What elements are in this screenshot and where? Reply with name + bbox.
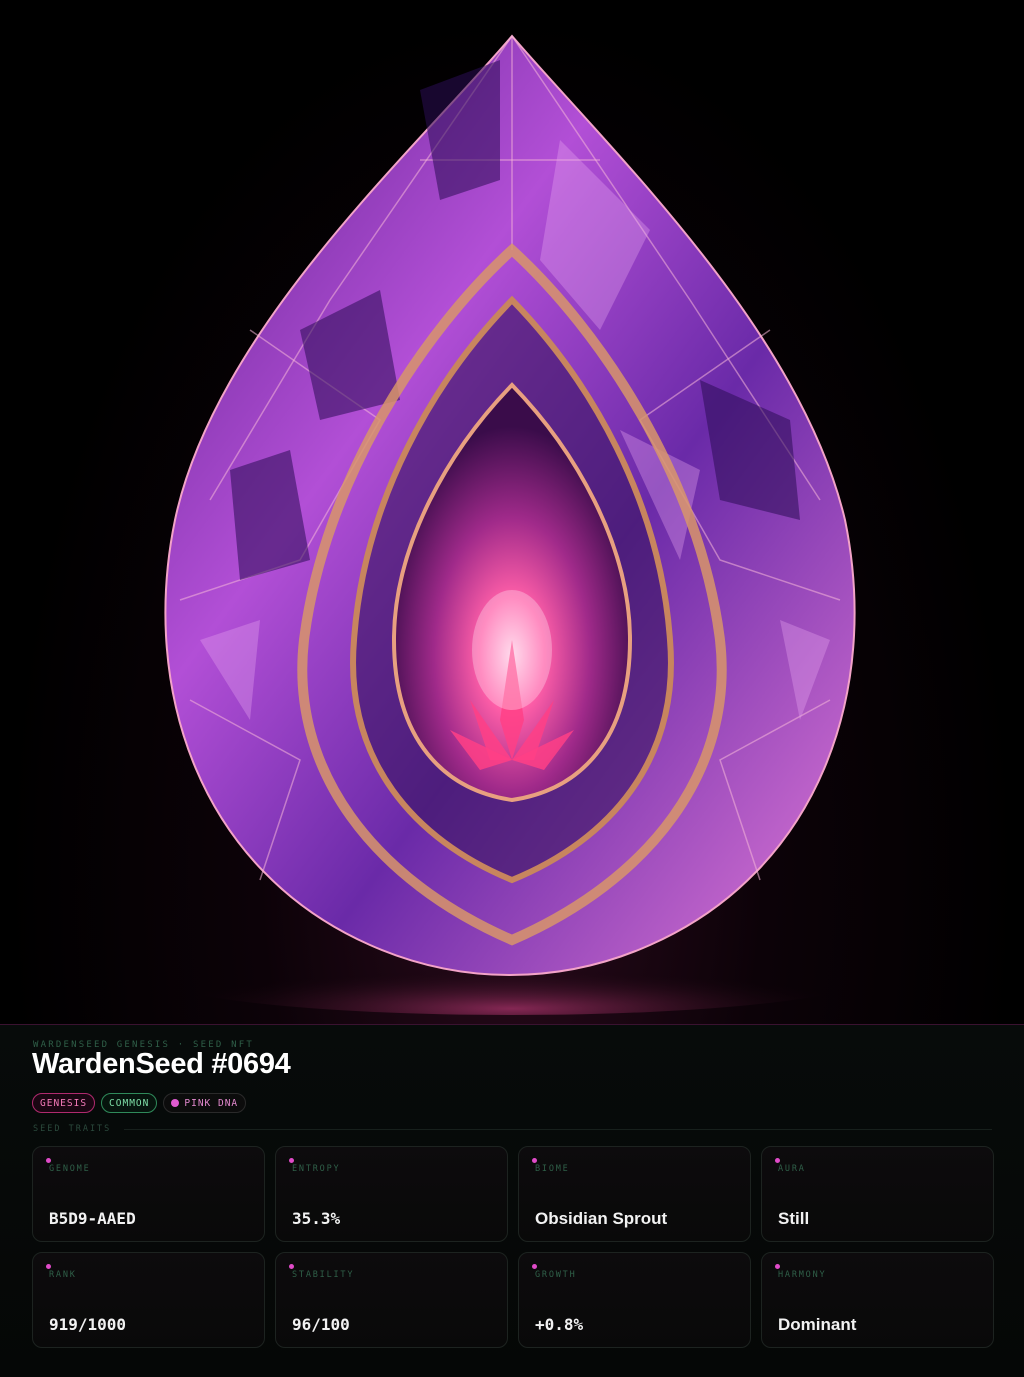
trait-value: Still [778,1209,810,1228]
nft-info-panel: WARDENSEED GENESIS · SEED NFT WardenSeed… [0,1024,1024,1377]
traits-grid: GENOME B5D9-AAED ENTROPY 35.3% BIOME Obs… [32,1146,994,1348]
rarity-badge: COMMON [101,1093,158,1113]
trait-dot-icon [532,1264,537,1269]
dna-badge-label: PINK DNA [184,1097,239,1109]
dna-badge: PINK DNA [163,1093,247,1113]
trait-label: GENOME [49,1164,91,1174]
trait-dot-icon [289,1158,294,1163]
trait-label: BIOME [535,1164,570,1174]
trait-value: 35.3% [292,1209,341,1228]
trait-label: HARMONY [778,1270,827,1280]
nft-title: WardenSeed #0694 [32,1048,291,1080]
trait-value: Obsidian Sprout [535,1209,668,1228]
seed-artwork [0,0,1024,1024]
trait-label: RANK [49,1270,77,1280]
trait-dot-icon [532,1158,537,1163]
trait-value: 919/1000 [49,1315,127,1334]
traits-section-label: SEED TRAITS [33,1124,112,1134]
trait-label: AURA [778,1164,806,1174]
trait-card-rank: RANK 919/1000 [32,1252,265,1348]
trait-label: ENTROPY [292,1164,341,1174]
trait-dot-icon [289,1264,294,1269]
trait-dot-icon [775,1264,780,1269]
trait-card-biome: BIOME Obsidian Sprout [518,1146,751,1242]
trait-label: STABILITY [292,1270,355,1280]
trait-dot-icon [46,1264,51,1269]
badge-row: GENESIS COMMON PINK DNA [32,1093,247,1113]
trait-card-stability: STABILITY 96/100 [275,1252,508,1348]
genesis-badge: GENESIS [32,1093,96,1113]
crystal-seed-image [152,34,872,1015]
trait-label: GROWTH [535,1270,577,1280]
trait-value: Dominant [778,1315,857,1334]
trait-dot-icon [775,1158,780,1163]
trait-card-entropy: ENTROPY 35.3% [275,1146,508,1242]
section-divider [124,1129,992,1130]
trait-value: 96/100 [292,1315,350,1334]
trait-dot-icon [46,1158,51,1163]
dna-color-dot-icon [171,1099,180,1107]
trait-card-genome: GENOME B5D9-AAED [32,1146,265,1242]
trait-card-growth: GROWTH +0.8% [518,1252,751,1348]
trait-value: B5D9-AAED [49,1209,136,1228]
trait-value: +0.8% [535,1315,584,1334]
trait-card-harmony: HARMONY Dominant [761,1252,994,1348]
trait-card-aura: AURA Still [761,1146,994,1242]
